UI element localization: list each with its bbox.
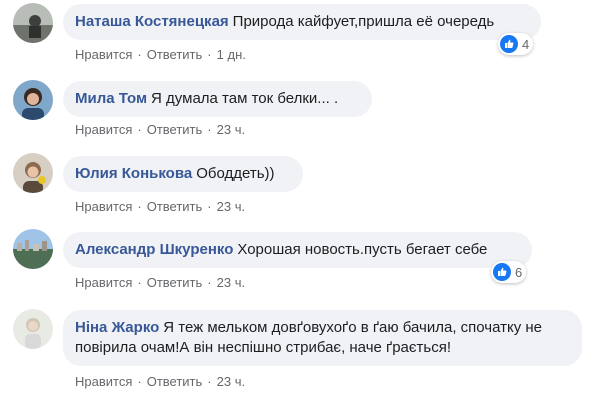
comment-actions: Нравится · Ответить · 1 дн. [75,47,246,62]
reaction-number: 4 [522,36,530,52]
reply-link[interactable]: Ответить [147,47,203,62]
avatar[interactable] [13,3,53,43]
comment-bubble: Юлия Конькова Ободдеть)) [63,156,303,192]
like-link[interactable]: Нравится [75,122,132,137]
like-link[interactable]: Нравится [75,374,132,389]
avatar[interactable] [13,229,53,269]
like-link[interactable]: Нравится [75,47,132,62]
avatar[interactable] [13,153,53,193]
thumbs-up-icon [500,35,518,53]
reaction-number: 6 [515,264,523,280]
comment-bubble: Мила Том Я думала там ток белки... . [63,81,372,117]
comment-time[interactable]: 23 ч. [217,374,245,389]
reaction-count[interactable]: 4 [498,33,534,55]
comment-time[interactable]: 1 дн. [217,47,246,62]
comment-author[interactable]: Александр Шкуренко [75,241,233,258]
comment-author[interactable]: Юлия Конькова [75,165,192,182]
comment-time[interactable]: 23 ч. [217,275,245,290]
comment-author[interactable]: Мила Том [75,90,147,107]
like-link[interactable]: Нравится [75,275,132,290]
reply-link[interactable]: Ответить [147,374,203,389]
reply-link[interactable]: Ответить [147,275,203,290]
comment-author[interactable]: Ніна Жарко [75,319,159,336]
comment-text: Хорошая новость.пусть бегает себе [237,241,488,258]
comment-bubble: Наташа Костянецкая Природа кайфует,пришла… [63,4,541,40]
thumbs-up-icon [493,263,511,281]
comment-actions: Нравится · Ответить · 23 ч. [75,374,246,389]
comment-bubble: Ніна Жарко Я теж мельком довґовухоґо в ґа… [63,310,582,366]
reaction-count[interactable]: 6 [491,261,527,283]
comment-time[interactable]: 23 ч. [217,122,245,137]
comment-actions: Нравится · Ответить · 23 ч. [75,275,246,290]
comment-text: Природа кайфует,пришла её очередь [232,13,495,30]
comment-author[interactable]: Наташа Костянецкая [75,13,229,30]
like-link[interactable]: Нравится [75,199,132,214]
reply-link[interactable]: Ответить [147,122,203,137]
avatar[interactable] [13,309,53,349]
comment-text: Ободдеть)) [196,165,275,182]
comment-bubble: Александр Шкуренко Хорошая новость.пусть … [63,232,532,268]
comment-time[interactable]: 23 ч. [217,199,245,214]
comment-actions: Нравится · Ответить · 23 ч. [75,199,246,214]
comment-text: Я думала там ток белки... . [151,90,339,107]
reply-link[interactable]: Ответить [147,199,203,214]
comment-actions: Нравится · Ответить · 23 ч. [75,122,246,137]
avatar[interactable] [13,80,53,120]
